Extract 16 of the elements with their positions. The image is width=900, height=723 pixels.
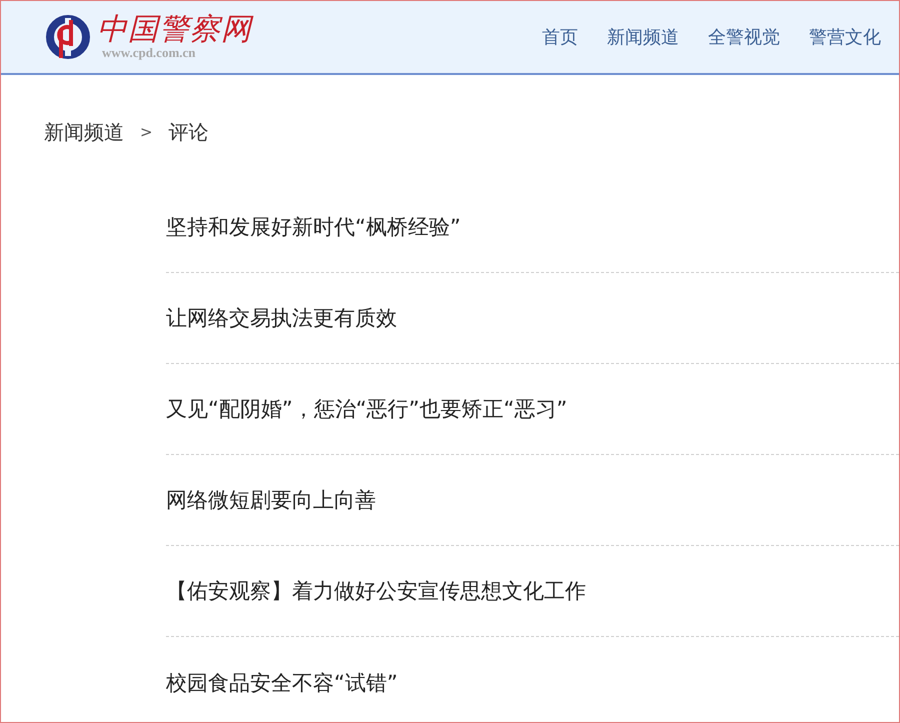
logo-icon bbox=[45, 14, 91, 60]
article-link[interactable]: 让网络交易执法更有质效 bbox=[166, 304, 397, 332]
site-url: www.cpd.com.cn bbox=[102, 46, 196, 60]
breadcrumb-current: 评论 bbox=[168, 118, 209, 146]
breadcrumb-separator: > bbox=[140, 123, 153, 141]
logo-title: 中国警察网 bbox=[97, 14, 252, 46]
article-link[interactable]: 【佑安观察】着力做好公安宣传思想文化工作 bbox=[166, 577, 586, 605]
nav-link[interactable]: 新闻频道 bbox=[607, 25, 679, 49]
article-link[interactable]: 校园食品安全不容“试错” bbox=[166, 668, 398, 696]
nav-link[interactable]: 警营文化 bbox=[809, 25, 881, 49]
nav-link[interactable]: 首页 bbox=[542, 25, 578, 49]
nav-link[interactable]: 全警视觉 bbox=[708, 25, 780, 49]
article-link[interactable]: 坚持和发展好新时代“枫桥经验” bbox=[166, 213, 461, 241]
article-link[interactable]: 又见“配阴婚”，惩治“恶行”也要矫正“恶习” bbox=[166, 395, 568, 423]
breadcrumb-link[interactable]: 新闻频道 bbox=[44, 118, 124, 146]
article-link[interactable]: 网络微短剧要向上向善 bbox=[166, 486, 376, 514]
